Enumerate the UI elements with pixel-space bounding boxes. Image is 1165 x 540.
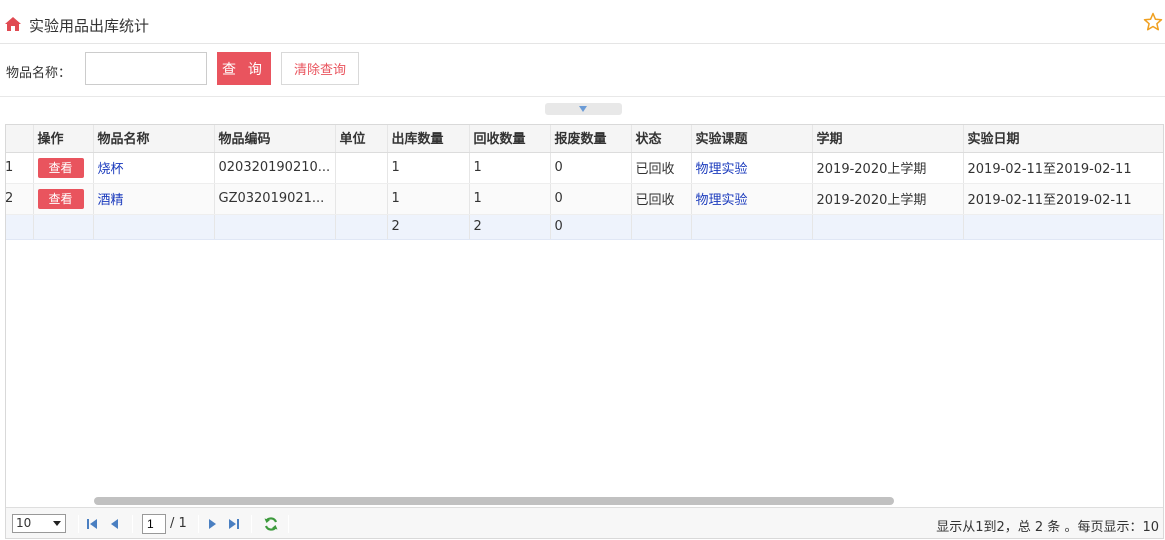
col-header-rownum	[6, 125, 34, 153]
col-header-topic[interactable]: 实验课题	[691, 125, 813, 153]
status-cell: 已回收	[631, 152, 692, 184]
collapse-toggle[interactable]	[545, 103, 622, 115]
col-header-name[interactable]: 物品名称	[93, 125, 215, 153]
col-header-recycle-qty[interactable]: 回收数量	[469, 125, 551, 153]
topic-cell: 物理实验	[691, 183, 813, 215]
term-cell: 2019-2020上学期	[812, 183, 964, 215]
out-qty-cell: 1	[387, 152, 470, 184]
pager-separator	[78, 515, 79, 533]
page-title: 实验用品出库统计	[29, 17, 150, 35]
unit-cell	[335, 183, 388, 215]
clear-query-button[interactable]: 清除查询	[281, 52, 359, 85]
col-header-unit[interactable]: 单位	[335, 125, 388, 153]
search-bar: 物品名称： 查 询 清除查询	[0, 44, 1165, 97]
term-cell: 2019-2020上学期	[812, 152, 964, 184]
item-name-label: 物品名称：	[6, 66, 72, 81]
status-cell: 已回收	[631, 183, 692, 215]
chevron-down-icon	[579, 106, 587, 112]
item-name-cell: 酒精	[93, 183, 215, 215]
item-name-link[interactable]: 烧杯	[98, 162, 124, 177]
scrollbar-thumb[interactable]	[94, 497, 894, 505]
recycle-qty-cell: 1	[469, 152, 551, 184]
recycle-qty-cell: 1	[469, 183, 551, 215]
topic-cell: 物理实验	[691, 152, 813, 184]
scrap-qty-total: 0	[550, 214, 632, 240]
pager-info: 显示从1到2，总 2 条 。每页显示：10	[936, 520, 1159, 535]
action-cell: 查看	[33, 152, 94, 184]
col-header-date[interactable]: 实验日期	[963, 125, 1163, 153]
page-header: 实验用品出库统计	[0, 0, 1165, 44]
view-button[interactable]: 查看	[37, 157, 84, 178]
item-code-cell: 020320190210...	[214, 152, 336, 184]
home-icon	[5, 17, 21, 31]
scrap-qty-cell: 0	[550, 152, 632, 184]
out-qty-total: 2	[387, 214, 470, 240]
col-header-status[interactable]: 状态	[631, 125, 692, 153]
total-pages: / 1	[170, 516, 187, 531]
pager-separator	[132, 515, 133, 533]
last-page-icon[interactable]	[228, 517, 240, 531]
table-row[interactable]: 1 查看 烧杯 020320190210... 1 1 0 已回收 物理实验 2…	[6, 152, 1163, 184]
prev-page-icon[interactable]	[108, 517, 120, 531]
date-cell: 2019-02-11至2019-02-11	[963, 152, 1163, 184]
dropdown-arrow-icon	[53, 521, 61, 526]
topic-link[interactable]: 物理实验	[696, 162, 748, 177]
header-row: 操作 物品名称 物品编码 单位 出库数量 回收数量 报废数量 状态 实验课题 学…	[6, 125, 1163, 153]
col-header-code[interactable]: 物品编码	[214, 125, 336, 153]
scrap-qty-cell: 0	[550, 183, 632, 215]
data-grid: 操作 物品名称 物品编码 单位 出库数量 回收数量 报废数量 状态 实验课题 学…	[5, 124, 1164, 539]
item-name-cell: 烧杯	[93, 152, 215, 184]
star-icon[interactable]	[1143, 12, 1163, 32]
refresh-icon[interactable]	[263, 516, 279, 532]
action-cell: 查看	[33, 183, 94, 215]
out-qty-cell: 1	[387, 183, 470, 215]
next-page-icon[interactable]	[207, 517, 219, 531]
item-name-link[interactable]: 酒精	[98, 193, 124, 208]
pager-separator	[251, 515, 252, 533]
view-button[interactable]: 查看	[37, 188, 84, 209]
col-header-scrap-qty[interactable]: 报废数量	[550, 125, 632, 153]
col-header-term[interactable]: 学期	[812, 125, 964, 153]
first-page-icon[interactable]	[86, 517, 98, 531]
topic-link[interactable]: 物理实验	[696, 193, 748, 208]
pager-separator	[198, 515, 199, 533]
page-number-input[interactable]	[142, 514, 166, 534]
date-cell: 2019-02-11至2019-02-11	[963, 183, 1163, 215]
row-number: 1	[6, 152, 34, 184]
col-header-out-qty[interactable]: 出库数量	[387, 125, 470, 153]
item-name-input[interactable]	[85, 52, 207, 85]
horizontal-scrollbar[interactable]	[6, 497, 1163, 505]
page-size-select[interactable]: 10	[12, 514, 66, 533]
row-number: 2	[6, 183, 34, 215]
query-button[interactable]: 查 询	[217, 52, 271, 85]
col-header-action[interactable]: 操作	[33, 125, 94, 153]
pager-separator	[288, 515, 289, 533]
recycle-qty-total: 2	[469, 214, 551, 240]
summary-row: 2 2 0	[6, 214, 1163, 240]
data-table: 操作 物品名称 物品编码 单位 出库数量 回收数量 报废数量 状态 实验课题 学…	[6, 125, 1163, 240]
unit-cell	[335, 152, 388, 184]
table-row[interactable]: 2 查看 酒精 GZ032019021... 1 1 0 已回收 物理实验 20…	[6, 183, 1163, 215]
page-size-value: 10	[16, 516, 32, 530]
item-code-cell: GZ032019021...	[214, 183, 336, 215]
pager: 10 / 1 显示从1到2，总 2 条 。每页显示：10	[6, 507, 1163, 538]
